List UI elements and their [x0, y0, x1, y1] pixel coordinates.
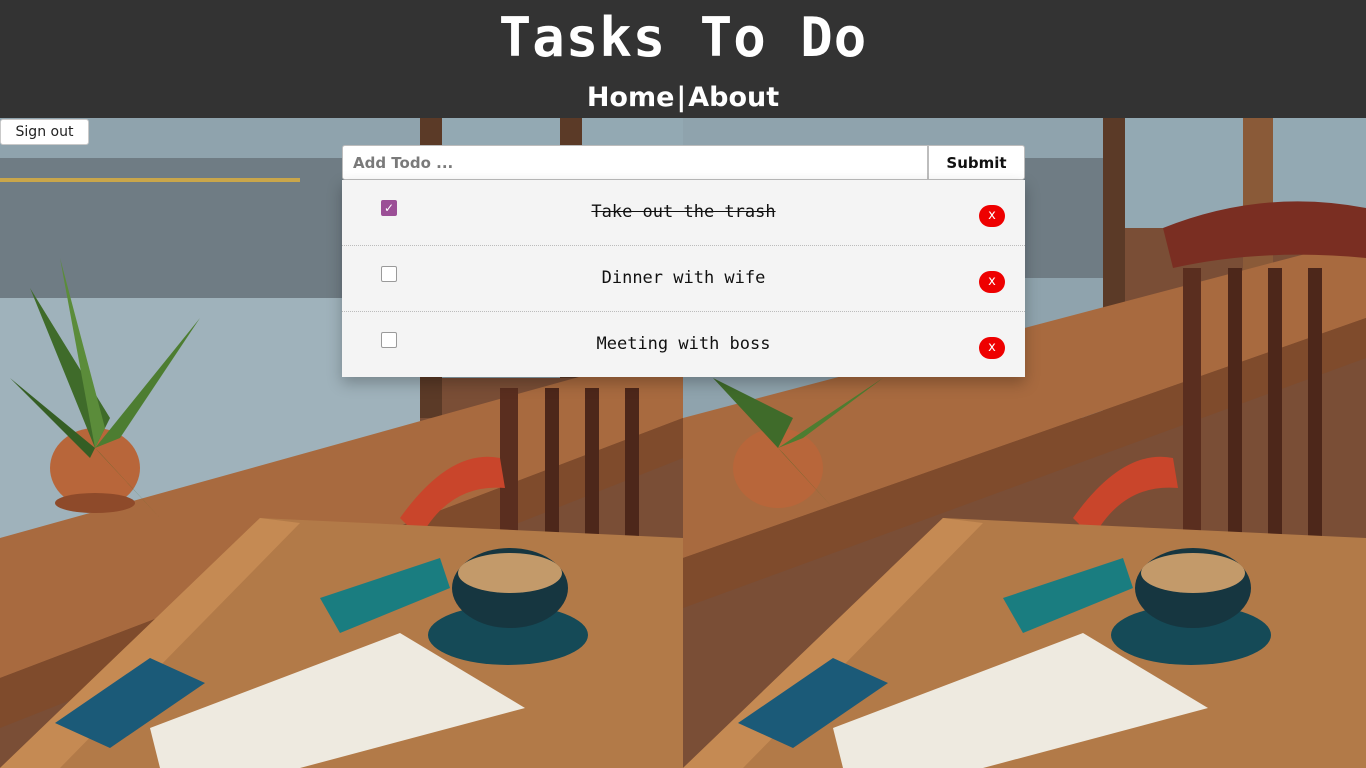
- delete-todo-button[interactable]: x: [979, 271, 1005, 293]
- add-todo-form: Submit: [342, 145, 1025, 180]
- nav-separator: |: [676, 82, 687, 113]
- delete-todo-button[interactable]: x: [979, 205, 1005, 227]
- delete-todo-button[interactable]: x: [979, 337, 1005, 359]
- todo-checkbox[interactable]: [381, 332, 397, 348]
- nav-about-link[interactable]: About: [688, 82, 779, 113]
- check-icon: ✓: [383, 201, 395, 215]
- todo-title: Meeting with boss: [596, 334, 771, 354]
- page-title: Tasks To Do: [498, 6, 868, 69]
- todo-title: Dinner with wife: [601, 268, 766, 288]
- submit-button[interactable]: Submit: [928, 145, 1025, 180]
- todo-item: Dinner with wife x: [342, 246, 1025, 312]
- todo-item: Meeting with boss x: [342, 312, 1025, 377]
- todo-list: ✓ Take out the trash x Dinner with wife …: [342, 180, 1025, 377]
- app-header: Tasks To Do Home|About: [0, 0, 1366, 118]
- main-nav: Home|About: [0, 80, 1366, 116]
- add-todo-input[interactable]: [342, 145, 928, 180]
- todo-checkbox[interactable]: [381, 266, 397, 282]
- nav-home-link[interactable]: Home: [587, 82, 675, 113]
- todo-title: Take out the trash: [591, 202, 776, 222]
- todo-item: ✓ Take out the trash x: [342, 180, 1025, 246]
- todo-checkbox[interactable]: ✓: [381, 200, 397, 216]
- sign-out-button[interactable]: Sign out: [0, 119, 89, 145]
